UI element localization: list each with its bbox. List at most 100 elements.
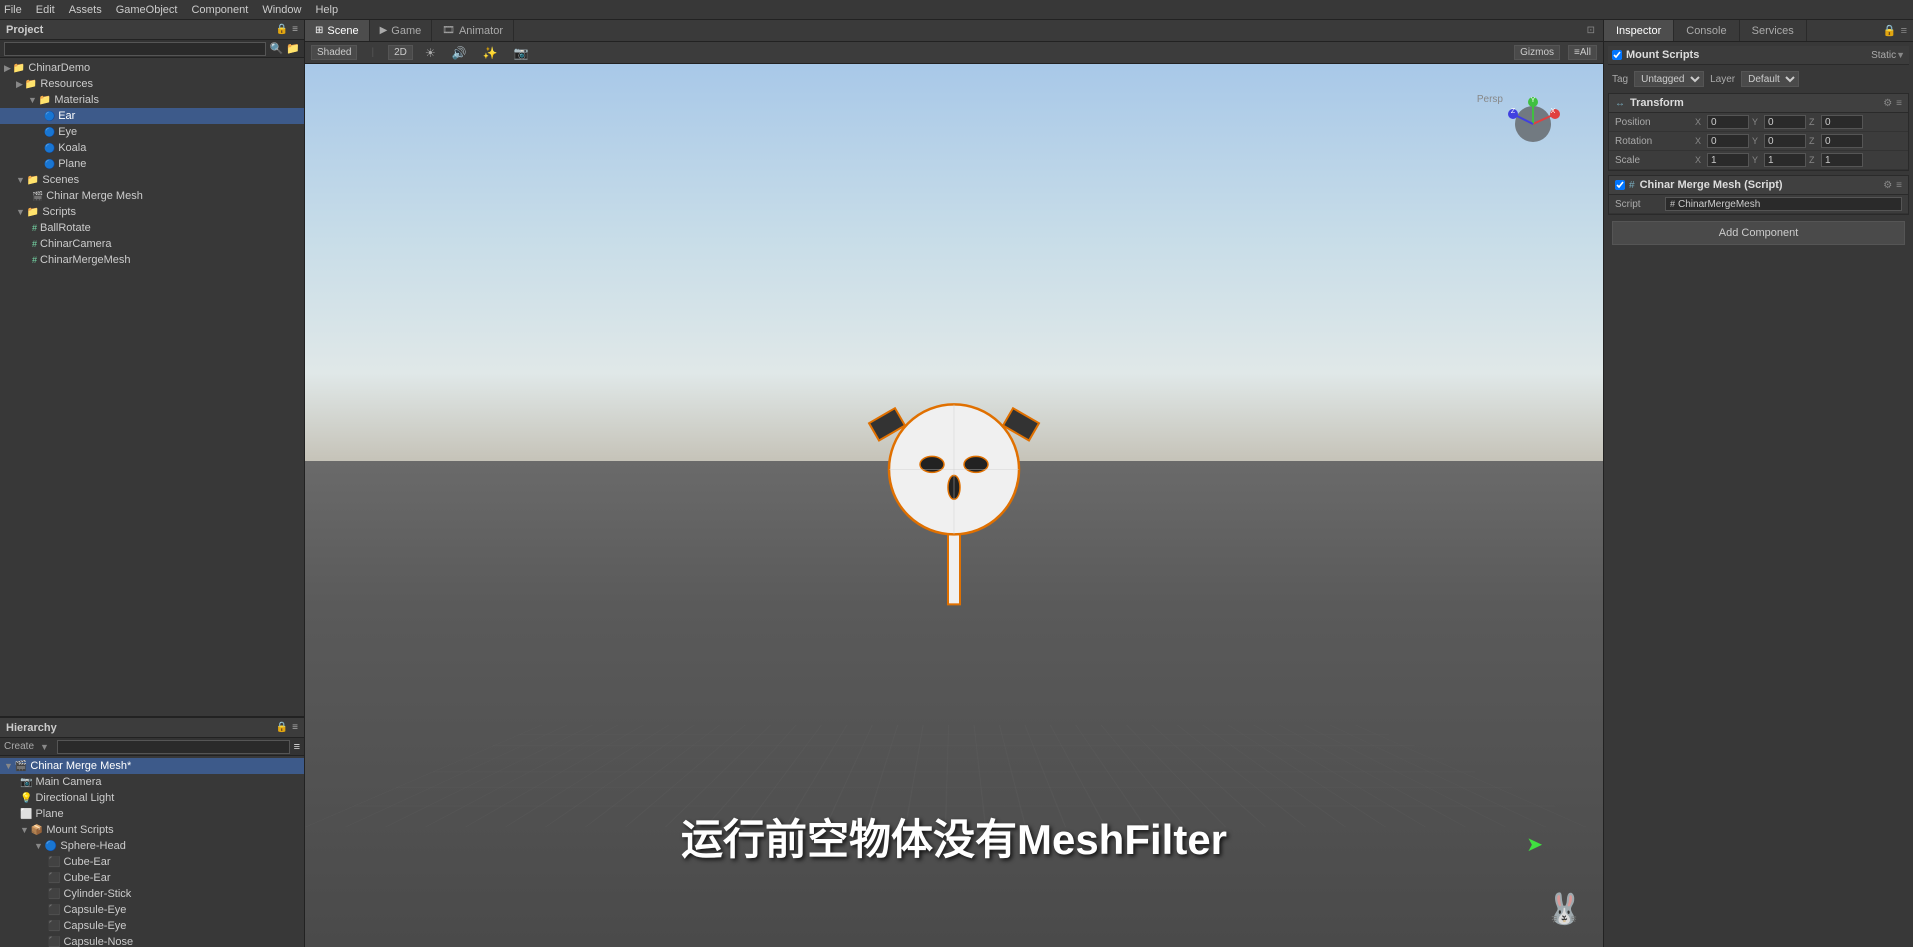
toolbar-fx-icon[interactable]: ✨ — [479, 45, 502, 61]
hier-item-cylinderstick[interactable]: ⬛ Cylinder-Stick — [0, 886, 304, 902]
maximize-icon[interactable]: ⊡ — [1587, 25, 1595, 36]
script-header-buttons: ⚙ ≡ — [1883, 180, 1902, 191]
hierarchy-search-input[interactable] — [57, 740, 290, 754]
hier-item-cubeear2[interactable]: ⬛ Cube-Ear — [0, 870, 304, 886]
tree-label-scene-file: Chinar Merge Mesh — [46, 190, 143, 202]
scale-x-input[interactable]: 1 — [1707, 153, 1749, 167]
scale-y-input[interactable]: 1 — [1764, 153, 1806, 167]
project-panel-header: Project 🔒 ≡ — [0, 20, 304, 40]
scale-row: Scale X 1 Y 1 Z 1 — [1609, 151, 1908, 170]
hierarchy-create-label[interactable]: Create — [4, 741, 34, 752]
scene-viewport[interactable]: X Y Z Persp 运行前空物体没有MeshFilter 🐰 ➤ — [305, 64, 1603, 947]
tag-select[interactable]: Untagged — [1634, 71, 1704, 87]
position-z-axis: Z — [1809, 117, 1819, 127]
tree-item-eye[interactable]: 🔵 Eye — [0, 124, 304, 140]
tab-console[interactable]: Console — [1674, 20, 1739, 41]
project-tree: ▶ 📁 ChinarDemo ▶ 📁 Resources ▼ 📁 Materia… — [0, 58, 304, 716]
project-folder-icon[interactable]: 📁 — [286, 42, 300, 55]
inspector-menu-icon[interactable]: ≡ — [1901, 25, 1907, 37]
hier-item-cubeear1[interactable]: ⬛ Cube-Ear — [0, 854, 304, 870]
menu-help[interactable]: Help — [315, 4, 338, 16]
hierarchy-menu-icon[interactable]: ≡ — [292, 722, 298, 733]
hier-item-plane[interactable]: ⬜ Plane — [0, 806, 304, 822]
position-label: Position — [1615, 117, 1695, 128]
tree-item-chinarcamera[interactable]: # ChinarCamera — [0, 236, 304, 252]
tree-item-resources[interactable]: ▶ 📁 Resources — [0, 76, 304, 92]
hierarchy-filter-icon[interactable]: ≡ — [294, 741, 300, 753]
script-value: ChinarMergeMesh — [1678, 199, 1760, 210]
position-y-input[interactable]: 0 — [1764, 115, 1806, 129]
script-overflow-icon[interactable]: ≡ — [1896, 180, 1902, 191]
transform-overflow-icon[interactable]: ≡ — [1896, 98, 1902, 109]
hier-item-dirlight[interactable]: 💡 Directional Light — [0, 790, 304, 806]
position-z-input[interactable]: 0 — [1821, 115, 1863, 129]
rotation-x-input[interactable]: 0 — [1707, 134, 1749, 148]
tree-item-chinardemo[interactable]: ▶ 📁 ChinarDemo — [0, 60, 304, 76]
transform-header[interactable]: ↔ Transform ⚙ ≡ — [1609, 94, 1908, 113]
script-component: # Chinar Merge Mesh (Script) ⚙ ≡ Script … — [1608, 175, 1909, 215]
tab-game[interactable]: ▶ Game — [370, 20, 433, 41]
object-enabled-checkbox[interactable] — [1612, 50, 1622, 60]
tree-item-materials[interactable]: ▼ 📁 Materials — [0, 92, 304, 108]
tree-label-chinarmergemesh: ChinarMergeMesh — [40, 254, 130, 266]
toolbar-light-icon[interactable]: ☀ — [421, 45, 440, 61]
menu-file[interactable]: File — [4, 4, 22, 16]
menu-gameobject[interactable]: GameObject — [116, 4, 178, 16]
tab-services[interactable]: Services — [1740, 20, 1807, 41]
scale-y-group: Y 1 — [1752, 153, 1806, 167]
tab-inspector[interactable]: Inspector — [1604, 20, 1674, 41]
script-header[interactable]: # Chinar Merge Mesh (Script) ⚙ ≡ — [1609, 176, 1908, 195]
rotation-z-input[interactable]: 0 — [1821, 134, 1863, 148]
add-component-button[interactable]: Add Component — [1612, 221, 1905, 245]
project-lock-icon[interactable]: 🔒 — [276, 24, 288, 35]
hier-item-capseye1[interactable]: ⬛ Capsule-Eye — [0, 902, 304, 918]
hierarchy-create-arrow[interactable]: ▼ — [40, 742, 49, 752]
rotation-y-input[interactable]: 0 — [1764, 134, 1806, 148]
tab-animator[interactable]: 🎞 Animator — [432, 20, 514, 41]
menu-edit[interactable]: Edit — [36, 4, 55, 16]
character-svg — [854, 339, 1054, 639]
script-settings-icon[interactable]: ⚙ — [1883, 180, 1892, 191]
tree-item-ear[interactable]: 🔵 Ear — [0, 108, 304, 124]
scene-toolbar: Shaded | 2D ☀ 🔊 ✨ 📷 Gizmos ≡All — [305, 42, 1603, 64]
hier-label-cubeear1: Cube-Ear — [63, 856, 110, 868]
tree-item-scripts[interactable]: ▼ 📁 Scripts — [0, 204, 304, 220]
tab-scene[interactable]: ⊞ Scene — [305, 20, 370, 41]
tree-item-chinarmergemesh[interactable]: # ChinarMergeMesh — [0, 252, 304, 268]
tree-item-ballrotate[interactable]: # BallRotate — [0, 220, 304, 236]
menu-assets[interactable]: Assets — [69, 4, 102, 16]
gizmos-button[interactable]: Gizmos — [1514, 45, 1560, 60]
toolbar-scene-icon[interactable]: 📷 — [510, 45, 533, 61]
menu-component[interactable]: Component — [191, 4, 248, 16]
search-icon[interactable]: 🔍 — [270, 42, 284, 55]
scale-z-input[interactable]: 1 — [1821, 153, 1863, 167]
tab-console-label: Console — [1686, 25, 1726, 37]
project-search-input[interactable] — [4, 42, 266, 56]
menu-window[interactable]: Window — [262, 4, 301, 16]
tree-item-scene-file[interactable]: 🎬 Chinar Merge Mesh — [0, 188, 304, 204]
static-dropdown-icon[interactable]: ▼ — [1896, 50, 1905, 60]
hier-item-capsnose[interactable]: ⬛ Capsule-Nose — [0, 934, 304, 947]
tree-item-scenes[interactable]: ▼ 📁 Scenes — [0, 172, 304, 188]
inspector-lock-icon[interactable]: 🔒 — [1883, 24, 1897, 37]
hierarchy-lock-icon[interactable]: 🔒 — [276, 722, 288, 733]
tree-item-plane-mat[interactable]: 🔵 Plane — [0, 156, 304, 172]
mode-2d-button[interactable]: 2D — [388, 45, 413, 60]
hier-item-root[interactable]: ▼ 🎬 Chinar Merge Mesh* — [0, 758, 304, 774]
shaded-button[interactable]: Shaded — [311, 45, 357, 60]
hier-item-spherehead[interactable]: ▼ 🔵 Sphere-Head — [0, 838, 304, 854]
toolbar-audio-icon[interactable]: 🔊 — [448, 45, 471, 61]
layer-select[interactable]: Default — [1741, 71, 1799, 87]
hier-item-capseye2[interactable]: ⬛ Capsule-Eye — [0, 918, 304, 934]
tree-item-koala[interactable]: 🔵 Koala — [0, 140, 304, 156]
transform-settings-icon[interactable]: ⚙ — [1883, 98, 1892, 109]
hier-item-maincam[interactable]: 📷 Main Camera — [0, 774, 304, 790]
project-menu-icon[interactable]: ≡ — [292, 24, 298, 35]
script-enabled-checkbox[interactable] — [1615, 180, 1625, 190]
position-x-input[interactable]: 0 — [1707, 115, 1749, 129]
all-button[interactable]: ≡All — [1568, 45, 1597, 60]
scale-fields: X 1 Y 1 Z 1 — [1695, 153, 1902, 167]
hier-item-mountscripts[interactable]: ▼ 📦 Mount Scripts — [0, 822, 304, 838]
top-menubar: File Edit Assets GameObject Component Wi… — [0, 0, 1913, 20]
inspector-body: Mount Scripts Static ▼ Tag Untagged Laye… — [1604, 42, 1913, 947]
